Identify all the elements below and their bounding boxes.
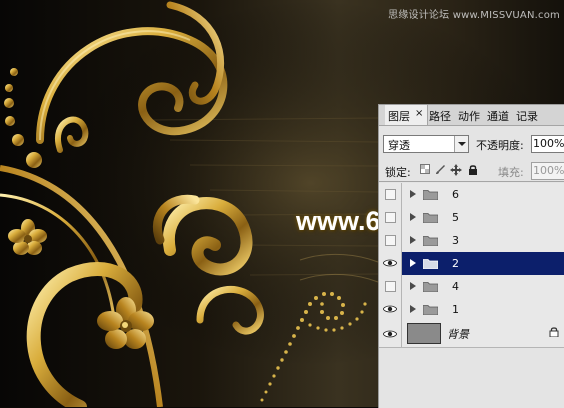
eye-icon [383,305,397,313]
visibility-toggle[interactable] [379,275,402,298]
lock-label: 锁定: [385,166,411,179]
tab-actions[interactable]: 动作 [458,108,480,124]
layer-thumbnail [407,323,441,344]
visibility-box [385,281,396,292]
folder-icon [423,213,438,223]
opacity-input[interactable]: 100% [531,135,564,153]
layer-row-3[interactable]: 3 [379,229,564,253]
folder-icon [423,282,438,292]
fill-value: 100% [533,164,564,177]
brush-icon[interactable] [434,164,446,176]
layer-row-6[interactable]: 6 [379,183,564,207]
panel-tabs: 图层 × 路径 动作 通道 记录 [379,105,564,126]
layer-row-background[interactable]: 背景 [379,321,564,348]
watermark-text-top: 思缘设计论坛 www.MISSVUAN.com [388,10,560,21]
visibility-toggle[interactable] [379,183,402,206]
expand-triangle-icon[interactable] [410,236,416,244]
blend-mode-value: 穿透 [388,139,410,152]
lock-fill-row: 锁定: 填充: 100% [379,159,564,182]
layer-row-1[interactable]: 1 [379,298,564,322]
tab-close-icon[interactable]: × [415,108,423,119]
visibility-box [385,189,396,200]
expand-triangle-icon[interactable] [410,259,416,267]
blend-opacity-row: 穿透 不透明度: 100% [379,132,564,154]
layer-row-2[interactable]: 2 [379,252,564,276]
lock-icon[interactable] [467,164,479,176]
fill-label: 填充: [498,166,524,179]
layer-row-4[interactable]: 4 [379,275,564,299]
tab-layers[interactable]: 图层 [388,108,410,124]
lock-icon [549,327,559,337]
opacity-value: 100% [533,137,564,150]
visibility-toggle[interactable] [379,229,402,252]
visibility-box [385,235,396,246]
transparency-lock-icon[interactable] [419,164,431,176]
visibility-toggle[interactable] [379,206,402,229]
expand-triangle-icon[interactable] [410,282,416,290]
layer-name: 背景 [447,328,469,341]
layer-name: 4 [452,280,459,293]
folder-icon [423,236,438,246]
tab-history[interactable]: 记录 [516,108,538,124]
move-icon[interactable] [450,164,462,176]
opacity-label: 不透明度: [476,139,524,152]
fill-input[interactable]: 100% [531,162,564,180]
layer-name: 2 [452,257,459,270]
layer-name: 1 [452,303,459,316]
layer-name: 5 [452,211,459,224]
layer-name: 6 [452,188,459,201]
visibility-toggle[interactable] [379,298,402,321]
tab-channels[interactable]: 通道 [487,108,509,124]
expand-triangle-icon[interactable] [410,305,416,313]
tab-paths[interactable]: 路径 [429,108,451,124]
blend-mode-select[interactable]: 穿透 [383,135,469,153]
eye-icon [383,259,397,267]
visibility-toggle[interactable] [379,252,402,275]
layers-panel: 图层 × 路径 动作 通道 记录 穿透 不透明度: 100% 锁定: 填充: 1… [378,104,564,408]
expand-triangle-icon[interactable] [410,190,416,198]
layer-row-5[interactable]: 5 [379,206,564,230]
visibility-box [385,212,396,223]
eye-icon [383,330,397,338]
folder-icon [423,190,438,200]
expand-triangle-icon[interactable] [410,213,416,221]
folder-icon [423,305,438,315]
chevron-down-icon[interactable] [454,136,468,152]
folder-icon [423,259,438,269]
layer-name: 3 [452,234,459,247]
visibility-toggle[interactable] [379,321,402,347]
